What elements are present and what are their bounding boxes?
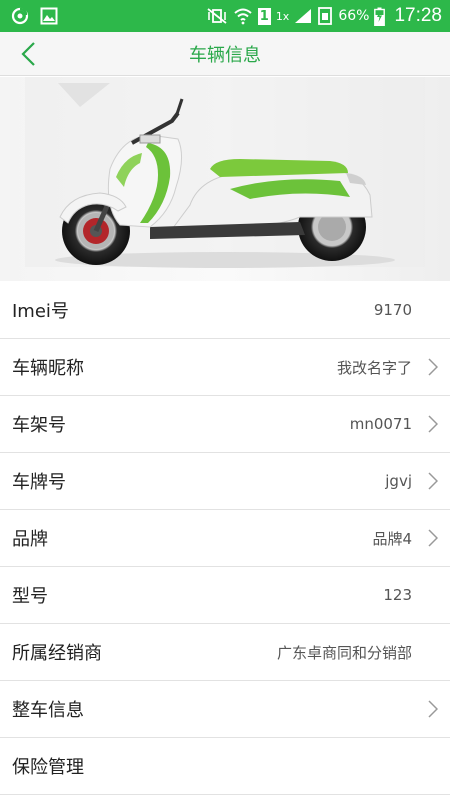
dealer-value: 广东卓商同和分销部 — [276, 643, 412, 662]
row-vehicle-info[interactable]: 整车信息 — [0, 681, 450, 738]
clock: 17:28 — [394, 5, 442, 26]
network-type-label: 1x — [275, 9, 290, 23]
chevron-right-icon — [414, 700, 438, 718]
model-value: 123 — [383, 586, 412, 604]
signal-icon — [294, 8, 312, 24]
vehicle-info-list: Imei号 9170 车辆昵称 我改名字了 车架号 mn0071 车牌号 jgv… — [0, 282, 450, 795]
page-title: 车辆信息 — [189, 44, 261, 65]
app-notification-icon — [10, 6, 30, 26]
scooter-illustration — [0, 77, 450, 281]
vehicle-image — [0, 77, 450, 281]
chevron-left-icon — [21, 42, 35, 66]
frame-number-value: mn0071 — [349, 415, 412, 433]
sim-slot-label: 1 — [259, 8, 269, 24]
chevron-right-icon — [414, 472, 438, 490]
row-label: 型号 — [12, 586, 48, 607]
row-insurance[interactable]: 保险管理 — [0, 738, 450, 795]
imei-value: 9170 — [373, 301, 412, 319]
nickname-value: 我改名字了 — [336, 358, 412, 377]
chevron-right-icon — [414, 358, 438, 376]
header-bar: 车辆信息 — [0, 32, 450, 76]
brand-value: 品牌4 — [372, 529, 412, 548]
chevron-right-icon — [414, 529, 438, 547]
battery-percent: 66% — [338, 8, 370, 24]
row-model: 型号 123 — [0, 567, 450, 624]
row-nickname[interactable]: 车辆昵称 我改名字了 — [0, 339, 450, 396]
row-label: 整车信息 — [12, 700, 84, 721]
wifi-icon — [233, 7, 253, 25]
row-brand[interactable]: 品牌 品牌4 — [0, 510, 450, 567]
row-label: 所属经销商 — [12, 643, 102, 664]
row-plate-number[interactable]: 车牌号 jgvj — [0, 453, 450, 510]
back-button[interactable] — [14, 38, 44, 70]
row-label: 保险管理 — [12, 757, 84, 778]
battery-charging-icon — [374, 7, 386, 26]
row-dealer: 所属经销商 广东卓商同和分销部 — [0, 624, 450, 681]
row-label: 品牌 — [12, 529, 48, 550]
sim2-icon — [317, 7, 333, 25]
status-bar: 1 1x 66% 17:28 — [0, 0, 450, 32]
row-label: 车辆昵称 — [12, 358, 84, 379]
plate-number-value: jgvj — [385, 472, 412, 490]
gallery-notification-icon — [40, 7, 58, 25]
row-imei: Imei号 9170 — [0, 282, 450, 339]
row-frame-number[interactable]: 车架号 mn0071 — [0, 396, 450, 453]
vibrate-mute-icon — [206, 7, 228, 25]
row-label: 车牌号 — [12, 472, 66, 493]
chevron-right-icon — [414, 415, 438, 433]
sim-card-icon: 1 — [257, 7, 271, 25]
row-label: Imei号 — [12, 301, 69, 322]
row-label: 车架号 — [12, 415, 66, 436]
